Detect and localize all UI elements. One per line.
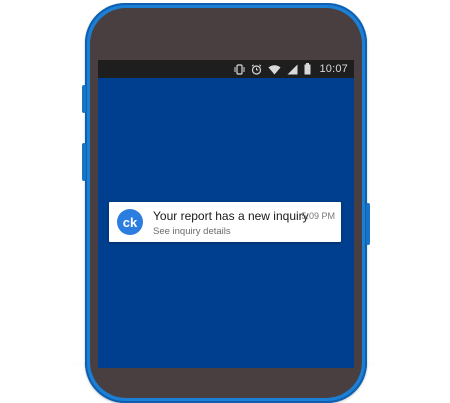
notification-time: 5:09 PM bbox=[301, 211, 335, 221]
phone-screen: 10:07 ck Your report has a new inquiry S… bbox=[98, 60, 354, 368]
alarm-icon bbox=[251, 63, 262, 75]
status-bar: 10:07 bbox=[98, 60, 354, 78]
avatar: ck bbox=[117, 209, 143, 235]
status-icons: 10:07 bbox=[234, 63, 348, 75]
status-time: 10:07 bbox=[319, 63, 348, 75]
side-button-volume-up bbox=[82, 85, 86, 113]
notification-title: Your report has a new inquiry bbox=[153, 209, 309, 223]
notification-card[interactable]: ck Your report has a new inquiry See inq… bbox=[109, 202, 341, 242]
side-button-power bbox=[366, 203, 370, 245]
battery-icon bbox=[304, 63, 311, 75]
signal-icon bbox=[287, 64, 298, 75]
vibrate-icon bbox=[234, 63, 245, 75]
side-button-volume-down bbox=[82, 143, 86, 181]
notification-subtitle: See inquiry details bbox=[153, 226, 231, 237]
wifi-icon bbox=[268, 64, 281, 75]
